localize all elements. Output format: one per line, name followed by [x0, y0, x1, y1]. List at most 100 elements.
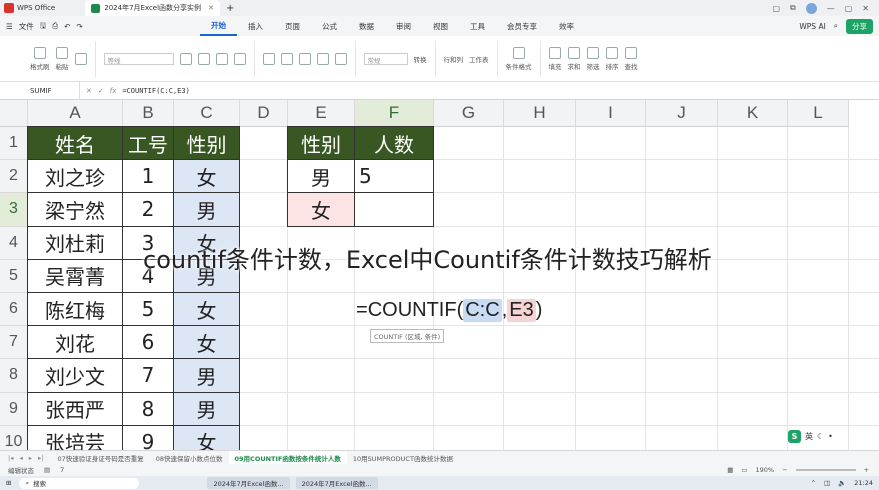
underline-icon[interactable]: [215, 52, 228, 65]
maximize-icon[interactable]: ▢: [845, 4, 853, 13]
table1-cell[interactable]: 8: [122, 391, 174, 426]
table1-cell[interactable]: 刘花: [27, 325, 123, 360]
tab-9[interactable]: 效率: [548, 16, 585, 36]
taskbar-search[interactable]: ⌕ 搜索: [19, 477, 140, 489]
close-window-icon[interactable]: ✕: [862, 4, 869, 13]
table1-cell[interactable]: 5: [122, 292, 174, 327]
share-button[interactable]: 分享: [846, 18, 873, 34]
search-icon[interactable]: ⌕: [834, 21, 838, 31]
find-button[interactable]: 查找: [625, 46, 638, 71]
row-header-5[interactable]: 5: [0, 259, 28, 293]
table1-cell[interactable]: 7: [122, 358, 174, 393]
table1-cell[interactable]: 男: [173, 391, 240, 426]
align-center-icon[interactable]: [280, 52, 293, 65]
zoom-in-icon[interactable]: +: [864, 466, 869, 474]
taskbar-app-item[interactable]: 2024年7月Excel函数...: [207, 477, 290, 489]
tab-4[interactable]: 数据: [348, 16, 385, 36]
align-left-icon[interactable]: [262, 52, 275, 65]
bold-icon[interactable]: [179, 52, 192, 65]
new-tab-icon[interactable]: +: [226, 3, 234, 14]
table1-cell[interactable]: 刘杜莉: [27, 225, 123, 260]
table1-cell[interactable]: 陈红梅: [27, 292, 123, 327]
table1-cell[interactable]: 刘少文: [27, 358, 123, 393]
number-format-select[interactable]: 常规: [363, 52, 408, 65]
column-header-i[interactable]: I: [576, 100, 646, 127]
convert-button[interactable]: 转换: [414, 54, 427, 64]
avatar[interactable]: [805, 2, 817, 14]
sheet-tab[interactable]: 07快速验证身证号码是否重复: [51, 451, 149, 465]
sum-button[interactable]: 求和: [568, 46, 581, 71]
column-header-g[interactable]: G: [434, 100, 504, 127]
sheet-tab[interactable]: 08快速保留小数点位数: [150, 451, 229, 465]
row-header-9[interactable]: 9: [0, 392, 28, 426]
view-normal-icon[interactable]: ▦: [727, 466, 733, 474]
network-icon[interactable]: ◫: [824, 479, 830, 487]
tab-3[interactable]: 公式: [311, 16, 348, 36]
wrap-icon[interactable]: [334, 52, 347, 65]
table1-cell[interactable]: 吴霄菁: [27, 258, 123, 293]
tab-6[interactable]: 视图: [422, 16, 459, 36]
hamburger-icon[interactable]: ☰: [6, 22, 13, 31]
zoom-out-icon[interactable]: −: [782, 466, 787, 474]
first-sheet-icon[interactable]: |◂: [8, 454, 13, 462]
table1-cell[interactable]: 男: [173, 192, 240, 227]
table1-cell[interactable]: 女: [173, 292, 240, 327]
table1-cell[interactable]: 6: [122, 325, 174, 360]
table1-cell[interactable]: 9: [122, 424, 174, 450]
row-header-4[interactable]: 4: [0, 226, 28, 260]
zoom-level[interactable]: 190%: [756, 466, 775, 474]
tab-1[interactable]: 插入: [237, 16, 274, 36]
row-header-10[interactable]: 10: [0, 425, 28, 450]
column-header-l[interactable]: L: [788, 100, 849, 127]
row-header-6[interactable]: 6: [0, 293, 28, 327]
column-header-h[interactable]: H: [504, 100, 576, 127]
row-header-1[interactable]: 1: [0, 127, 28, 161]
merge-icon[interactable]: [316, 52, 329, 65]
table2-cell[interactable]: 5: [354, 159, 434, 194]
app-title[interactable]: WPS Office: [17, 4, 55, 12]
wps-ai-button[interactable]: WPS AI: [799, 22, 825, 31]
sort-button[interactable]: 排序: [606, 46, 619, 71]
view-page-icon[interactable]: ▭: [741, 466, 747, 474]
paste-button[interactable]: 粘贴: [56, 46, 69, 71]
formula-edit-cell[interactable]: = COUNTIF( C:C , E3 ): [356, 294, 542, 327]
row-header-3[interactable]: 3: [0, 193, 28, 227]
sheet-tab[interactable]: 10用SUMPRODUCT函数统计数据: [347, 451, 459, 465]
name-box[interactable]: SUMIF: [0, 81, 80, 100]
table1-cell[interactable]: 2: [122, 192, 174, 227]
tray-up-icon[interactable]: ⌃: [811, 479, 816, 487]
column-header-d[interactable]: D: [240, 100, 288, 127]
last-sheet-icon[interactable]: ▸|: [38, 454, 43, 462]
tab-2[interactable]: 页面: [274, 16, 311, 36]
font-name-select[interactable]: 等线: [103, 52, 174, 65]
redo-icon[interactable]: ↷: [76, 22, 82, 31]
spreadsheet-grid[interactable]: A B C D E F G H I J K L 1 2 3 4 5 6 7 8 9 10 姓名 工号 性别 刘之珍 1 女梁宁然 2 男刘…: [0, 100, 879, 450]
fill-color-icon[interactable]: [233, 52, 246, 65]
table2-cell[interactable]: 女: [287, 192, 355, 227]
table1-header-cell[interactable]: 性别: [173, 126, 240, 161]
table1-cell[interactable]: 1: [122, 159, 174, 194]
fill-button[interactable]: 填充: [549, 46, 562, 71]
sheet-tab[interactable]: 09用COUNTIF函数按条件统计人数: [228, 450, 347, 465]
minimize-icon[interactable]: —: [827, 4, 835, 13]
cancel-icon[interactable]: ✕: [86, 87, 92, 95]
table1-cell[interactable]: 女: [173, 424, 240, 450]
column-header-e[interactable]: E: [288, 100, 355, 127]
table1-cell[interactable]: 女: [173, 159, 240, 194]
table1-cell[interactable]: 张西严: [27, 391, 123, 426]
clock[interactable]: 21:24: [854, 479, 873, 487]
table1-header-cell[interactable]: 姓名: [27, 126, 123, 161]
row-header-2[interactable]: 2: [0, 160, 28, 194]
table1-header-cell[interactable]: 工号: [122, 126, 174, 161]
table1-cell[interactable]: 刘之珍: [27, 159, 123, 194]
row-header-7[interactable]: 7: [0, 326, 28, 360]
column-header-a[interactable]: A: [28, 100, 123, 127]
table2-cell[interactable]: 男: [287, 159, 355, 194]
align-right-icon[interactable]: [298, 52, 311, 65]
next-sheet-icon[interactable]: ▸: [29, 454, 32, 462]
print-icon[interactable]: ⎙: [52, 21, 58, 31]
table2-header-cell[interactable]: 人数: [354, 126, 434, 161]
undo-icon[interactable]: ↶: [64, 22, 70, 31]
window-icon[interactable]: ▢: [772, 4, 780, 13]
confirm-icon[interactable]: ✓: [98, 87, 104, 95]
